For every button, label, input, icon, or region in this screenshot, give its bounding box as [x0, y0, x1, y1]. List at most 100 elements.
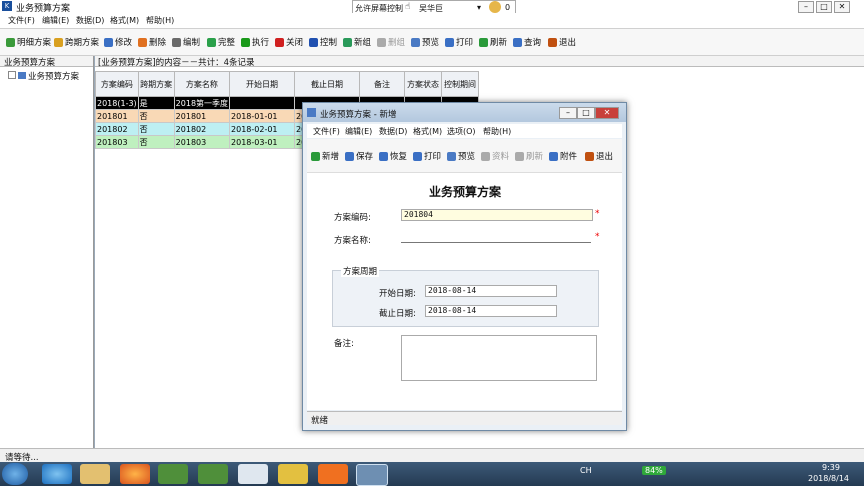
table-cell: 是 — [137, 96, 175, 110]
menu-item-2[interactable]: 数据(D) — [76, 15, 104, 26]
app-c2-icon[interactable] — [198, 464, 228, 484]
dialog-toolbar-icon-0 — [311, 151, 320, 161]
close-button[interactable]: ✕ — [834, 1, 850, 13]
column-header[interactable]: 方案名称 — [173, 71, 231, 97]
firefox-icon[interactable] — [120, 464, 150, 484]
dialog-toolbar-label: 刷新 — [526, 152, 544, 162]
toolbar-label: 预览 — [422, 38, 440, 48]
tree-item-budget[interactable]: 业务预算方案 — [8, 70, 79, 82]
dialog-toolbar-button-2[interactable]: 恢复 — [379, 150, 407, 162]
toolbar-button-3[interactable]: 删除 — [138, 36, 166, 48]
dialog-toolbar-button-3[interactable]: 打印 — [413, 150, 441, 162]
menu-item-1[interactable]: 编辑(E) — [42, 15, 69, 26]
toolbar-button-4[interactable]: 编制 — [172, 36, 200, 48]
toolbar-label: 完整 — [218, 38, 236, 48]
toolbar-button-5[interactable]: 完整 — [207, 36, 235, 48]
toolbar-button-10[interactable]: 删组 — [377, 36, 405, 48]
folder-icon — [18, 72, 26, 79]
start-date-input[interactable]: 2018-08-14 — [425, 285, 557, 297]
dialog-toolbar-button-7[interactable]: 附件 — [549, 150, 577, 162]
toolbar-button-12[interactable]: 打印 — [445, 36, 473, 48]
maximize-button[interactable]: □ — [816, 1, 832, 13]
table-cell: 201803 — [95, 135, 139, 149]
period-group-title: 方案周期 — [341, 265, 380, 277]
explorer-icon[interactable] — [80, 464, 110, 484]
end-date-input[interactable]: 2018-08-14 — [425, 305, 557, 317]
code-label: 方案编码: — [334, 213, 371, 223]
column-header[interactable]: 开始日期 — [229, 71, 296, 97]
dialog-toolbar-icon-6 — [515, 151, 524, 161]
toolbar-label: 打印 — [456, 38, 474, 48]
menu-item-3[interactable]: 格式(M) — [110, 15, 139, 26]
toolbar-icon-14 — [513, 37, 522, 47]
app-c-icon[interactable] — [158, 464, 188, 484]
dialog-menu-item-3[interactable]: 格式(M) — [413, 126, 442, 137]
clock-time[interactable]: 9:39 — [822, 463, 840, 472]
toolbar-button-0[interactable]: 明细方案 — [6, 36, 51, 48]
clock-date[interactable]: 2018/8/14 — [808, 474, 849, 483]
battery-indicator[interactable]: 84% — [642, 466, 666, 475]
table-cell — [229, 96, 296, 110]
table-cell: 2018(1-3) — [95, 96, 139, 110]
toolbar-icon-3 — [138, 37, 147, 47]
table-cell: 2018-03-01 — [229, 135, 296, 149]
toolbar-label: 新组 — [354, 38, 372, 48]
chevron-down-icon[interactable]: ▾ — [477, 3, 481, 12]
toolbar-button-15[interactable]: 退出 — [548, 36, 576, 48]
toolbar-button-8[interactable]: 控制 — [309, 36, 337, 48]
toolbar-button-2[interactable]: 修改 — [104, 36, 132, 48]
column-header[interactable]: 截止日期 — [294, 71, 361, 97]
toolbar-button-11[interactable]: 预览 — [411, 36, 439, 48]
dialog-menu-item-5[interactable]: 帮助(H) — [483, 126, 511, 137]
start-button[interactable] — [2, 463, 28, 485]
dialog-toolbar-button-6[interactable]: 刷新 — [515, 150, 543, 162]
column-header[interactable]: 备注 — [359, 71, 406, 97]
dialog-toolbar-label: 保存 — [356, 152, 374, 162]
dialog-menu-item-1[interactable]: 编辑(E) — [345, 126, 372, 137]
minimize-button[interactable]: – — [798, 1, 814, 13]
name-input[interactable] — [401, 232, 591, 243]
column-header[interactable]: 控制期间 — [441, 71, 480, 97]
dialog-menu-item-0[interactable]: 文件(F) — [313, 126, 340, 137]
column-header[interactable]: 方案编码 — [95, 71, 139, 97]
dialog-toolbar-button-4[interactable]: 预览 — [447, 150, 475, 162]
toolbar-label: 查询 — [524, 38, 542, 48]
menu-item-4[interactable]: 帮助(H) — [146, 15, 174, 26]
language-indicator[interactable]: CH — [580, 466, 592, 475]
column-header[interactable]: 跨期方案 — [137, 71, 175, 97]
menu-item-0[interactable]: 文件(F) — [8, 15, 35, 26]
toolbar-label: 删除 — [149, 38, 167, 48]
toolbar-button-14[interactable]: 查询 — [513, 36, 541, 48]
main-toolbar: 明细方案 跨期方案 修改 删除 编制 完整 执行 关闭 控制 新组 删组 预览 打印 刷新 查询 退出 — [0, 29, 864, 56]
toolbar-icon-1 — [54, 37, 63, 47]
dialog-toolbar-button-1[interactable]: 保存 — [345, 150, 373, 162]
dialog-toolbar-button-5[interactable]: 资料 — [481, 150, 509, 162]
tree-expander-icon[interactable] — [8, 71, 16, 79]
toolbar-button-1[interactable]: 跨期方案 — [54, 36, 99, 48]
kingdee-icon[interactable] — [356, 464, 388, 486]
dialog-close-button[interactable]: ✕ — [595, 107, 619, 119]
dialog-toolbar-button-8[interactable]: 退出 — [585, 150, 613, 162]
toolbar-button-6[interactable]: 执行 — [241, 36, 269, 48]
toolbar-button-7[interactable]: 关闭 — [275, 36, 303, 48]
toolbar-button-9[interactable]: 新组 — [343, 36, 371, 48]
dialog-toolbar-icon-5 — [481, 151, 490, 161]
toolbar-icon-10 — [377, 37, 386, 47]
dialog-toolbar-button-0[interactable]: 新增 — [311, 150, 339, 162]
code-input[interactable]: 201804 — [401, 209, 593, 221]
table-cell: 201803 — [173, 135, 231, 149]
app-p-icon[interactable] — [318, 464, 348, 484]
column-header[interactable]: 方案状态 — [404, 71, 443, 97]
dialog-toolbar-label: 附件 — [560, 152, 578, 162]
archive-icon[interactable] — [278, 464, 308, 484]
dialog-menu-item-2[interactable]: 数据(D) — [379, 126, 407, 137]
note-textarea[interactable] — [401, 335, 597, 381]
toolbar-button-13[interactable]: 刷新 — [479, 36, 507, 48]
dialog-maximize-button[interactable]: □ — [577, 107, 595, 119]
tree-item-label: 业务预算方案 — [28, 72, 80, 82]
ie-icon[interactable] — [42, 464, 72, 484]
email-icon[interactable] — [238, 464, 268, 484]
dialog-menu-bar: 文件(F) 编辑(E) 数据(D) 格式(M) 选项(O) 帮助(H) — [307, 124, 622, 138]
dialog-menu-item-4[interactable]: 选项(O) — [447, 126, 476, 137]
dialog-minimize-button[interactable]: – — [559, 107, 577, 119]
